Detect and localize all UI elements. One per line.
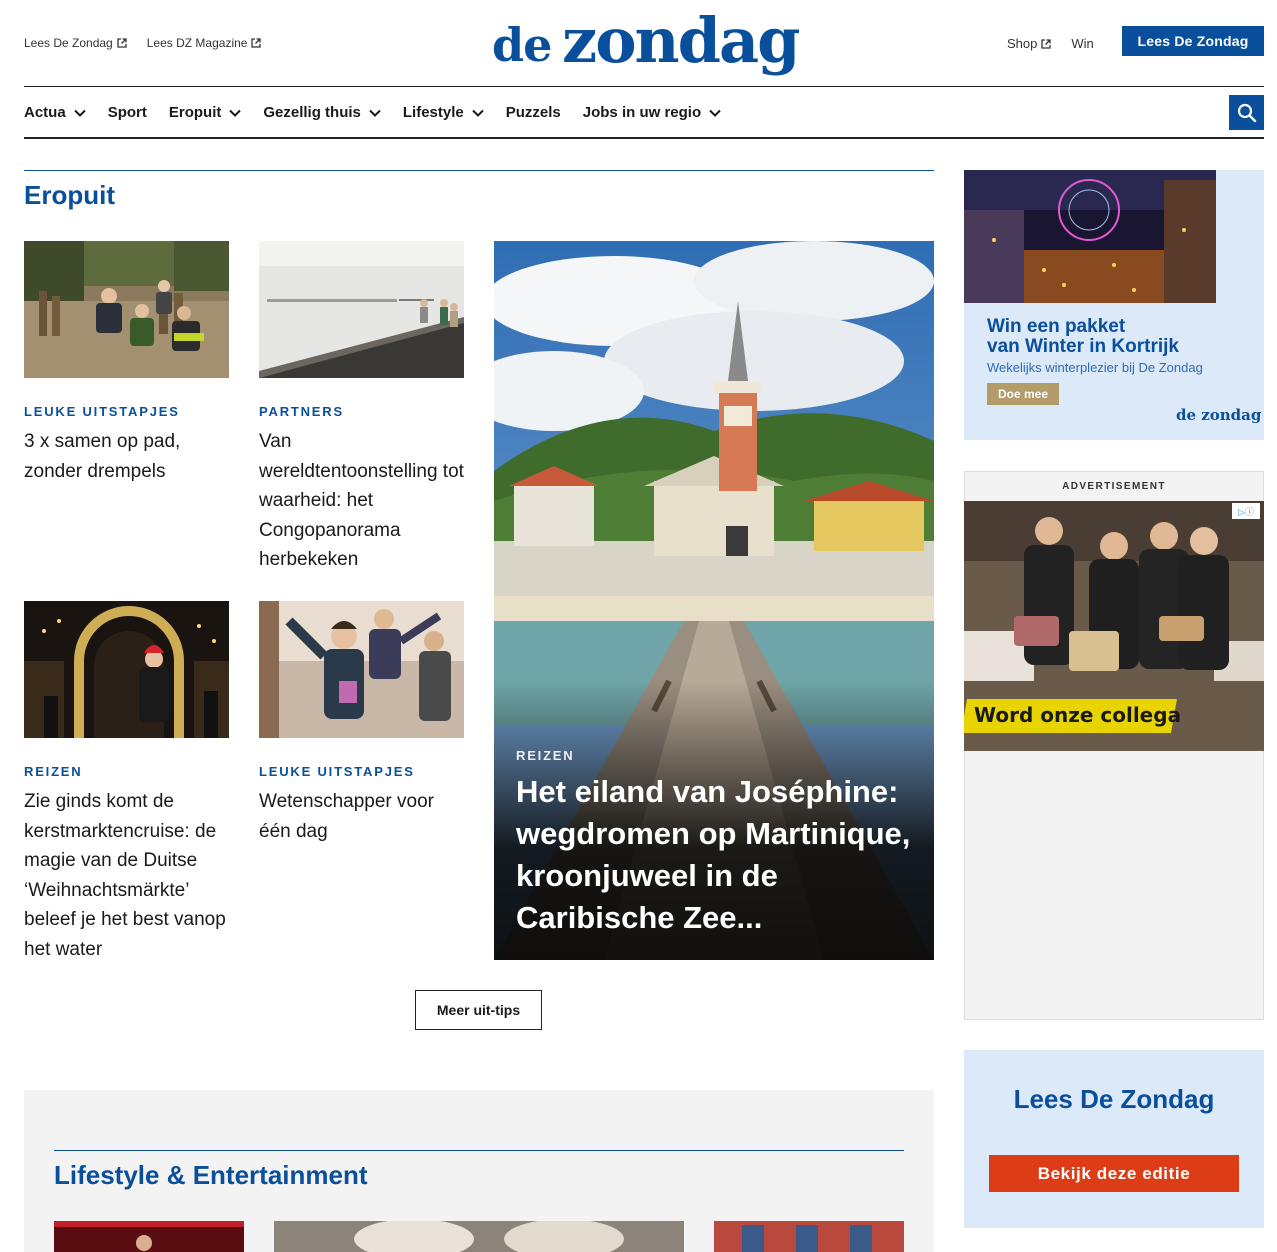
external-link-icon — [117, 38, 127, 48]
shop-link[interactable]: Shop — [1007, 36, 1052, 51]
logo-de: de — [492, 18, 552, 72]
article-thumbnail[interactable] — [54, 1221, 244, 1252]
search-icon — [1237, 103, 1256, 122]
promo-title: Win een pakket van Winter in Kortrijk — [987, 317, 1179, 357]
featured-headline[interactable]: Het eiland van Joséphine: wegdromen op M… — [516, 771, 921, 939]
section-divider — [24, 170, 934, 171]
external-link-icon — [251, 38, 262, 48]
article-category[interactable]: PARTNERS — [259, 404, 464, 419]
nav-item-eropuit[interactable]: Eropuit — [169, 104, 242, 121]
featured-category[interactable]: REIZEN — [516, 748, 574, 763]
nav-item-label: Actua — [24, 104, 66, 121]
article-category[interactable]: REIZEN — [24, 764, 229, 779]
nav-item-puzzels[interactable]: Puzzels — [506, 104, 561, 121]
article-thumbnail[interactable] — [259, 241, 464, 378]
read-edition-box: Lees De Zondag Bekijk deze editie — [964, 1050, 1264, 1228]
section-title-eropuit[interactable]: Eropuit — [24, 180, 115, 211]
nav-item-label: Eropuit — [168, 104, 222, 121]
search-button[interactable] — [1229, 95, 1264, 130]
external-link-icon — [1041, 38, 1052, 49]
nav-item-gezellig-thuis[interactable]: Gezellig thuis — [263, 104, 381, 121]
lees-dz-magazine-link-label: Lees DZ Magazine — [146, 36, 248, 50]
doe-mee-button[interactable]: Doe mee — [987, 383, 1059, 405]
logo-zondag: zondag — [562, 4, 801, 77]
site-logo[interactable]: de zondag — [492, 4, 801, 77]
win-link-label: Win — [1071, 36, 1094, 51]
kortrijk-winter-photo — [964, 170, 1216, 303]
advertisement-creative[interactable]: Word onze collega ▷ⓘ — [964, 501, 1264, 751]
science-event-photo — [259, 601, 464, 738]
nav-item-actua[interactable]: Actua — [24, 104, 86, 121]
shop-link-label: Shop — [1007, 36, 1038, 51]
advertisement-block: ADVERTISEMENT Word onze collega ▷ⓘ — [964, 471, 1264, 1020]
top-links-right: Shop Win — [1007, 36, 1094, 51]
advertisement-label: ADVERTISEMENT — [1062, 481, 1166, 492]
promo-logo: de zondag — [1176, 406, 1262, 424]
nav-item-jobs[interactable]: Jobs in uw regio — [583, 104, 721, 121]
promo-win-banner[interactable]: Win een pakket van Winter in Kortrijk We… — [964, 170, 1264, 440]
article-card[interactable]: LEUKE UITSTAPJES Wetenschapper voor één … — [259, 601, 464, 846]
chevron-down-icon — [229, 109, 242, 117]
featured-article[interactable]: REIZEN Het eiland van Joséphine: wegdrom… — [494, 241, 934, 960]
article-headline[interactable]: Zie ginds komt de kerstmarktencruise: de… — [24, 787, 229, 964]
lees-de-zondag-link-label: Lees De Zondag — [24, 36, 113, 50]
view-edition-button[interactable]: Bekijk deze editie — [989, 1155, 1239, 1192]
article-card[interactable]: PARTNERS Van wereldtentoonstelling tot w… — [259, 241, 464, 575]
article-thumbnail[interactable] — [274, 1221, 684, 1252]
lees-de-zondag-link[interactable]: Lees De Zondag — [24, 36, 127, 50]
article-headline[interactable]: Van wereldtentoonstelling tot waarheid: … — [259, 427, 464, 575]
article-headline[interactable]: Wetenschapper voor één dag — [259, 787, 464, 846]
nav-item-lifestyle[interactable]: Lifestyle — [403, 104, 484, 121]
read-box-title: Lees De Zondag — [1013, 1084, 1215, 1114]
museum-wall-photo — [259, 241, 464, 378]
nav-item-label: Puzzels — [505, 104, 561, 121]
nav-item-label: Jobs in uw regio — [582, 104, 702, 121]
chevron-down-icon — [472, 109, 484, 117]
article-category[interactable]: LEUKE UITSTAPJES — [259, 764, 464, 779]
stage-photo — [54, 1221, 244, 1252]
main-nav: Actua Sport Eropuit Gezellig thuis Lifes… — [24, 86, 1264, 139]
family-outdoor-photo — [24, 241, 229, 378]
section-title-lifestyle[interactable]: Lifestyle & Entertainment — [54, 1160, 368, 1191]
promo-subtitle: Wekelijks winterplezier bij De Zondag — [987, 360, 1203, 375]
chevron-down-icon — [369, 109, 381, 117]
article-thumbnail[interactable] — [714, 1221, 904, 1252]
site-header: Lees De Zondag Lees DZ Magazine de zonda… — [0, 0, 1277, 86]
nav-item-label: Gezellig thuis — [263, 104, 361, 121]
lees-de-zondag-button[interactable]: Lees De Zondag — [1122, 26, 1264, 56]
promo-title-line2: van Winter in Kortrijk — [987, 336, 1179, 357]
ad-banner-text: Word onze collega — [974, 703, 1182, 727]
nav-items: Actua Sport Eropuit Gezellig thuis Lifes… — [24, 104, 721, 121]
top-links-left: Lees De Zondag Lees DZ Magazine — [24, 36, 262, 50]
article-thumbnail[interactable] — [24, 241, 229, 378]
more-tips-button[interactable]: Meer uit-tips — [415, 990, 542, 1030]
article-card[interactable]: LEUKE UITSTAPJES 3 x samen op pad, zonde… — [24, 241, 229, 486]
article-card[interactable]: REIZEN Zie ginds komt de kerstmarktencru… — [24, 601, 229, 964]
article-headline[interactable]: 3 x samen op pad, zonder drempels — [24, 427, 229, 486]
nav-item-label: Sport — [107, 104, 147, 121]
adchoices-icon[interactable]: ▷ⓘ — [1232, 503, 1260, 519]
studio-lights-photo — [274, 1221, 684, 1252]
article-thumbnail[interactable] — [24, 601, 229, 738]
christmas-market-photo — [24, 601, 229, 738]
article-thumbnail[interactable] — [259, 601, 464, 738]
brick-building-photo — [714, 1221, 904, 1252]
nav-item-label: Lifestyle — [402, 104, 464, 121]
section-divider — [54, 1150, 904, 1151]
promo-title-line1: Win een pakket — [987, 316, 1126, 337]
chevron-down-icon — [73, 109, 86, 117]
chevron-down-icon — [709, 109, 721, 117]
article-category[interactable]: LEUKE UITSTAPJES — [24, 404, 229, 419]
lees-dz-magazine-link[interactable]: Lees DZ Magazine — [147, 36, 262, 50]
nav-item-sport[interactable]: Sport — [108, 104, 147, 121]
win-link[interactable]: Win — [1071, 36, 1093, 51]
